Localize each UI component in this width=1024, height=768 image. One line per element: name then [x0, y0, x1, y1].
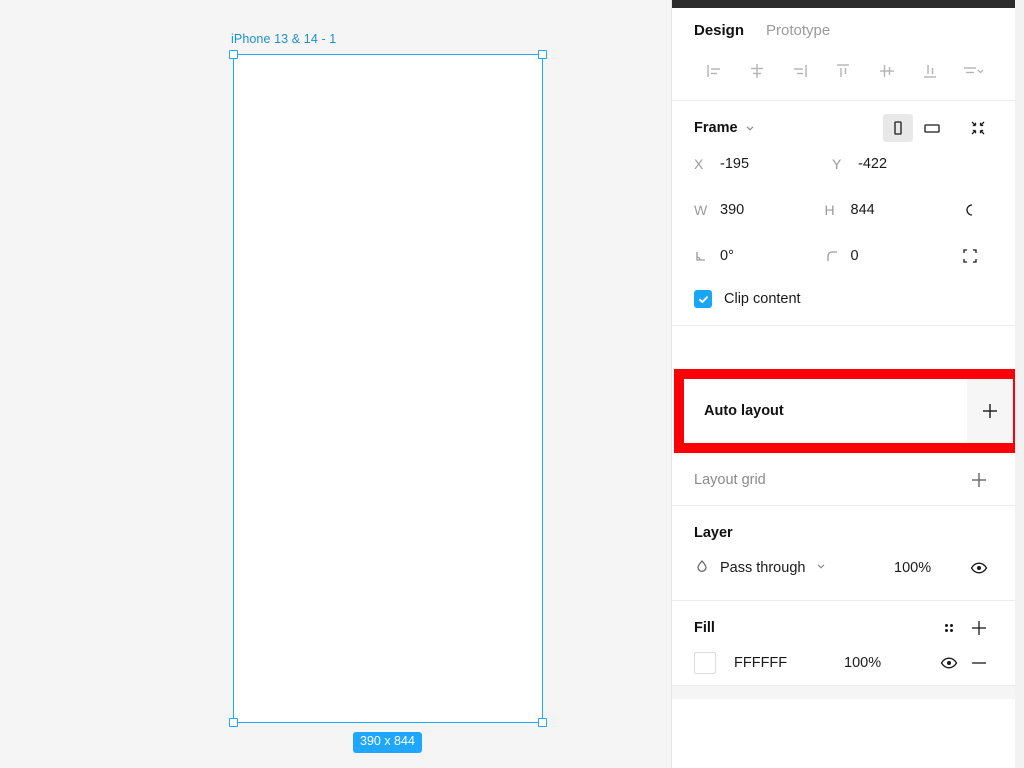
fill-styles-icon[interactable]	[934, 614, 964, 642]
align-horizontal-centers-icon[interactable]	[735, 57, 778, 85]
width-value[interactable]: 390	[720, 202, 744, 218]
alignment-toolbar	[672, 49, 1015, 101]
layer-blend-row: Pass through 100%	[694, 546, 994, 590]
clip-content-label: Clip content	[724, 291, 801, 307]
clip-content-checkbox[interactable]	[694, 290, 712, 308]
height-value[interactable]: 844	[851, 202, 875, 218]
layout-grid-title: Layout grid	[694, 472, 766, 488]
resize-to-fit-icon[interactable]	[963, 114, 993, 142]
resize-handle-bottom-right[interactable]	[538, 718, 547, 727]
resize-handle-top-right[interactable]	[538, 50, 547, 59]
fill-header: Fill	[694, 615, 994, 641]
frame-dimension-badge: 390 x 844	[353, 732, 422, 753]
frame-name-label[interactable]: iPhone 13 & 14 - 1	[231, 32, 336, 46]
x-label: X	[694, 156, 704, 172]
window-right-edge-strip	[1015, 0, 1024, 768]
constrain-proportions-icon[interactable]	[955, 196, 985, 224]
distribute-menu-icon[interactable]	[952, 57, 995, 85]
rotation-corner-row: 0° 0	[694, 233, 993, 279]
orientation-portrait-icon[interactable]	[883, 114, 913, 142]
height-label: H	[824, 202, 835, 218]
size-row-tail	[955, 196, 993, 224]
position-row: X -195 Y -422	[694, 141, 993, 187]
size-row: W 390 H 844	[694, 187, 993, 233]
tab-design[interactable]: Design	[694, 22, 744, 39]
panel-bottom-strip	[672, 685, 1016, 699]
add-auto-layout-button[interactable]	[967, 379, 1013, 443]
fill-title: Fill	[694, 620, 715, 636]
align-left-icon[interactable]	[692, 57, 735, 85]
auto-layout-highlight: Auto layout	[674, 369, 1023, 453]
layer-visibility-eye-icon[interactable]	[964, 554, 994, 582]
corner-radius-icon	[825, 249, 851, 264]
rotation-value[interactable]: 0°	[720, 248, 734, 264]
x-value[interactable]: -195	[720, 156, 749, 172]
right-properties-panel: Design Prototype Frame X -195 Y -422 W 3…	[671, 0, 1023, 768]
layer-section: Layer Pass through 100%	[672, 506, 1016, 601]
rotation-field[interactable]: 0°	[694, 248, 825, 264]
corner-radius-value[interactable]: 0	[851, 248, 859, 264]
fill-visibility-eye-icon[interactable]	[934, 649, 964, 677]
corner-row-tail	[955, 242, 993, 270]
auto-layout-title: Auto layout	[704, 403, 784, 419]
align-bottom-icon[interactable]	[908, 57, 951, 85]
clip-content-row[interactable]: Clip content	[694, 279, 993, 319]
width-label: W	[694, 202, 708, 218]
orientation-landscape-icon[interactable]	[917, 114, 947, 142]
width-field[interactable]: W 390	[694, 202, 825, 218]
blend-mode-dropdown[interactable]: Pass through	[694, 558, 894, 579]
lower-sections: Layout grid Layer Pass through 100% Fill…	[672, 455, 1016, 699]
height-field[interactable]: H 844	[825, 202, 956, 218]
fill-item-row: FFFFFF 100%	[694, 641, 994, 685]
layer-opacity-value[interactable]: 100%	[894, 560, 964, 576]
align-vertical-centers-icon[interactable]	[865, 57, 908, 85]
y-value[interactable]: -422	[858, 156, 887, 172]
align-top-icon[interactable]	[822, 57, 865, 85]
add-layout-grid-button[interactable]	[964, 466, 994, 494]
y-label: Y	[832, 156, 842, 172]
align-right-icon[interactable]	[779, 57, 822, 85]
blend-mode-value[interactable]: Pass through	[720, 560, 805, 576]
panel-top-bar	[672, 0, 1015, 8]
layer-header: Layer	[694, 520, 994, 546]
resize-handle-top-left[interactable]	[229, 50, 238, 59]
add-fill-button[interactable]	[964, 614, 994, 642]
x-field[interactable]: X -195	[694, 156, 832, 172]
design-canvas[interactable]: iPhone 13 & 14 - 1 390 x 844	[0, 0, 671, 768]
chevron-down-icon[interactable]	[744, 122, 756, 134]
panel-tabs: Design Prototype	[672, 8, 1015, 49]
rotation-icon	[694, 249, 720, 264]
figma-window: iPhone 13 & 14 - 1 390 x 844 Design Prot…	[0, 0, 1024, 768]
remove-fill-button[interactable]	[964, 649, 994, 677]
fill-color-swatch[interactable]	[694, 652, 716, 674]
layout-grid-section: Layout grid	[672, 455, 1016, 506]
fill-hex-value[interactable]: FFFFFF	[734, 655, 844, 671]
layout-grid-header: Layout grid	[694, 467, 994, 493]
tab-prototype[interactable]: Prototype	[766, 22, 830, 39]
frame-section: Frame X -195 Y -422 W 390 H 844 0° 0 Cli…	[672, 101, 1015, 326]
fill-opacity-value[interactable]: 100%	[844, 655, 914, 671]
orientation-toggle	[883, 114, 947, 142]
chevron-down-icon[interactable]	[815, 559, 827, 577]
independent-corners-icon[interactable]	[955, 242, 985, 270]
corner-radius-field[interactable]: 0	[825, 248, 956, 264]
blend-mode-icon	[694, 558, 710, 579]
resize-handle-bottom-left[interactable]	[229, 718, 238, 727]
layer-title: Layer	[694, 525, 733, 541]
auto-layout-section: Auto layout	[684, 379, 1013, 443]
frame-section-header: Frame	[694, 114, 993, 142]
y-field[interactable]: Y -422	[832, 156, 970, 172]
frame-section-title: Frame	[694, 120, 738, 136]
selected-frame[interactable]	[229, 50, 547, 727]
